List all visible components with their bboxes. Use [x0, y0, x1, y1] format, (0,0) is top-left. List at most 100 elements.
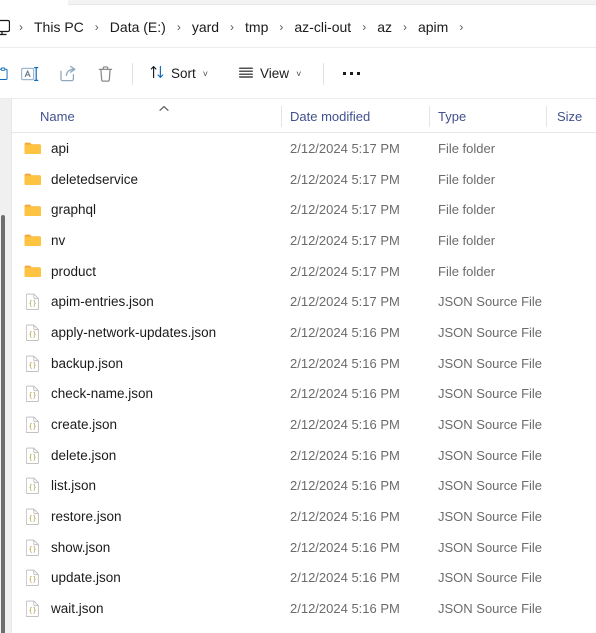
breadcrumb-separator-5[interactable]: ›: [353, 21, 375, 33]
chevron-down-icon: ˅: [202, 69, 209, 79]
cell-type: JSON Source File: [438, 324, 543, 340]
svg-text:{}: {}: [28, 484, 36, 492]
column-divider-date[interactable]: [429, 106, 430, 127]
json-file-icon: {}: [24, 477, 41, 495]
file-list-row[interactable]: {} apim-entries.json 2/12/2024 5:17 PM JSON…: [12, 286, 596, 317]
cell-name[interactable]: {} check-name.json: [24, 385, 153, 403]
json-file-icon: {}: [24, 508, 41, 526]
json-file-icon: {}: [24, 293, 41, 311]
json-file-icon: {}: [24, 569, 41, 587]
file-list-row[interactable]: {} apply-network-updates.json 2/12/2024 5:…: [12, 317, 596, 348]
file-list[interactable]: api 2/12/2024 5:17 PM File folder deletedse…: [12, 133, 596, 633]
sort-button[interactable]: Sort ˅: [141, 58, 216, 90]
column-header-date-modified[interactable]: Date modified: [290, 100, 370, 133]
file-list-row[interactable]: {} restore.json 2/12/2024 5:16 PM JSON Sour…: [12, 501, 596, 532]
column-header-size[interactable]: Size: [557, 100, 582, 133]
ellipsis-icon: [342, 72, 360, 75]
cell-name[interactable]: {} show.json: [24, 539, 110, 556]
cell-name[interactable]: {} wait.json: [24, 600, 104, 618]
cell-name[interactable]: {} apim-entries.json: [24, 293, 154, 311]
column-divider-type[interactable]: [546, 106, 547, 127]
cell-name[interactable]: {} list.json: [24, 477, 96, 495]
breadcrumb-separator-3[interactable]: ›: [221, 21, 243, 33]
breadcrumb-separator-1[interactable]: ›: [86, 21, 108, 33]
cell-type: File folder: [438, 232, 496, 248]
column-header-name[interactable]: Name: [40, 100, 75, 133]
file-list-row[interactable]: deletedservice 2/12/2024 5:17 PM File fold…: [12, 164, 596, 195]
cell-name[interactable]: api: [24, 140, 69, 157]
cell-date-modified: 2/12/2024 5:17 PM: [290, 232, 400, 248]
cell-date-modified: 2/12/2024 5:16 PM: [290, 386, 400, 402]
navigation-pane-scrollbar[interactable]: [0, 99, 11, 633]
json-file-icon: {}: [24, 539, 41, 556]
cell-name[interactable]: {} update.json: [24, 569, 121, 587]
breadcrumb-item-tmp[interactable]: tmp: [243, 17, 270, 37]
file-name-label: deletedservice: [51, 171, 139, 187]
file-list-row[interactable]: graphql 2/12/2024 5:17 PM File folder: [12, 194, 596, 225]
breadcrumb-separator-7[interactable]: ›: [450, 21, 472, 33]
file-name-label: apply-network-updates.json: [51, 324, 217, 340]
file-name-label: wait.json: [51, 601, 104, 617]
see-more-button[interactable]: [332, 58, 370, 90]
cell-name[interactable]: {} apply-network-updates.json: [24, 324, 216, 341]
column-header-type[interactable]: Type: [438, 100, 466, 133]
cell-type: File folder: [438, 171, 496, 187]
sort-icon: [149, 64, 165, 83]
file-list-row[interactable]: {} update.json 2/12/2024 5:16 PM JSON Sourc…: [12, 563, 596, 594]
file-name-label: show.json: [51, 539, 111, 555]
cell-name[interactable]: {} delete.json: [24, 447, 116, 464]
rename-button[interactable]: [10, 58, 48, 90]
file-list-row[interactable]: product 2/12/2024 5:17 PM File folder: [12, 256, 596, 287]
breadcrumb-item-az-cli-out[interactable]: az-cli-out: [292, 17, 353, 37]
navigation-pane-scrollbar-thumb[interactable]: [1, 215, 5, 633]
json-file-icon: {}: [24, 447, 41, 464]
file-name-label: update.json: [51, 570, 121, 586]
breadcrumb-item-yard[interactable]: yard: [190, 17, 221, 37]
breadcrumb-item-data-e[interactable]: Data (E:): [108, 17, 168, 37]
cell-name[interactable]: {} restore.json: [24, 508, 122, 526]
delete-button[interactable]: [86, 58, 124, 90]
breadcrumb-separator-6[interactable]: ›: [394, 21, 416, 33]
cell-name[interactable]: {} backup.json: [24, 355, 123, 372]
file-explorer-window: › This PC › Data (E:) › yard › tmp › az-…: [0, 0, 596, 633]
file-list-row[interactable]: {} list.json 2/12/2024 5:16 PM JSON Source …: [12, 471, 596, 502]
cell-name[interactable]: nv: [24, 232, 65, 249]
breadcrumb-item-this-pc[interactable]: This PC: [32, 17, 86, 37]
breadcrumb-separator-0[interactable]: ›: [10, 21, 32, 33]
cell-date-modified: 2/12/2024 5:16 PM: [290, 417, 400, 433]
cell-type: File folder: [438, 202, 496, 218]
breadcrumb-separator-2[interactable]: ›: [168, 21, 190, 33]
command-bar: Sort ˅ View ˅: [0, 49, 596, 99]
breadcrumb-item-az[interactable]: az: [375, 17, 394, 37]
cell-name[interactable]: product: [24, 263, 96, 280]
cell-name[interactable]: graphql: [24, 201, 96, 218]
cell-type: JSON Source File: [438, 509, 543, 525]
file-list-row[interactable]: {} check-name.json 2/12/2024 5:16 PM JSON S…: [12, 379, 596, 410]
cell-type: JSON Source File: [438, 386, 543, 402]
folder-icon: [24, 171, 41, 188]
cell-name[interactable]: {} create.json: [24, 416, 117, 434]
file-list-row[interactable]: {} show.json 2/12/2024 5:16 PM JSON Source …: [12, 532, 596, 563]
file-list-row[interactable]: {} delete.json 2/12/2024 5:16 PM JSON Sourc…: [12, 440, 596, 471]
cell-date-modified: 2/12/2024 5:16 PM: [290, 509, 400, 525]
svg-text:{}: {}: [28, 576, 36, 584]
this-pc-icon[interactable]: [0, 17, 10, 37]
cell-date-modified: 2/12/2024 5:17 PM: [290, 202, 400, 218]
file-name-label: product: [51, 263, 97, 279]
file-list-row[interactable]: {} backup.json 2/12/2024 5:16 PM JSON Sourc…: [12, 348, 596, 379]
file-list-row[interactable]: nv 2/12/2024 5:17 PM File folder: [12, 225, 596, 256]
cell-name[interactable]: deletedservice: [24, 171, 138, 188]
file-list-row[interactable]: {} create.json 2/12/2024 5:16 PM JSON Sourc…: [12, 409, 596, 440]
column-divider-name[interactable]: [281, 106, 282, 127]
svg-text:{}: {}: [28, 361, 36, 369]
breadcrumb-separator-4[interactable]: ›: [270, 21, 292, 33]
svg-text:{}: {}: [28, 453, 36, 461]
json-file-icon: {}: [24, 324, 41, 341]
file-list-row[interactable]: {} wait.json 2/12/2024 5:16 PM JSON Source …: [12, 593, 596, 624]
share-button[interactable]: [48, 58, 86, 90]
file-list-row[interactable]: api 2/12/2024 5:17 PM File folder: [12, 133, 596, 164]
view-button[interactable]: View ˅: [230, 58, 309, 90]
breadcrumb-item-apim[interactable]: apim: [416, 17, 450, 37]
address-bar[interactable]: › This PC › Data (E:) › yard › tmp › az-…: [0, 6, 596, 48]
paste-button[interactable]: [0, 58, 10, 90]
